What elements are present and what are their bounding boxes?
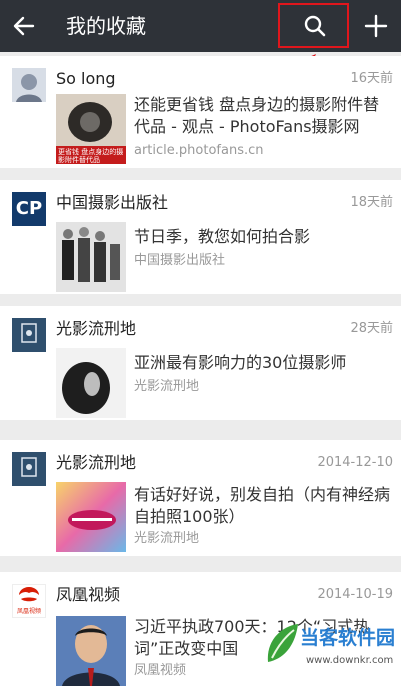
- watermark-name: 当客软件园: [300, 627, 396, 649]
- top-bar: 我的收藏: [0, 0, 401, 52]
- timestamp: 16天前: [350, 71, 393, 86]
- thumbnail: [56, 482, 126, 552]
- avatar: [12, 68, 46, 102]
- watermark-url: www.downkr.com: [306, 655, 394, 666]
- avatar: 凤凰视频: [12, 584, 46, 618]
- thumbnail: 更省钱 盘点身边的摄影附件替代品: [56, 94, 126, 164]
- timestamp: 28天前: [350, 321, 393, 336]
- thumbnail: [56, 616, 126, 686]
- page-title: 我的收藏: [66, 14, 146, 38]
- article-title: 亚洲最有影响力的30位摄影师: [134, 353, 347, 372]
- source-name: 中国摄影出版社: [56, 193, 169, 212]
- source-name: 光影流刑地: [56, 319, 137, 338]
- favorite-item[interactable]: 光影流刑地 28天前 亚洲最有影响力的30位摄影师 光影流刑地: [0, 306, 401, 420]
- thumbnail-caption: 更省钱 盘点身边的摄影附件替代品: [58, 148, 124, 164]
- source-name: 凤凰视频: [56, 585, 121, 604]
- avatar-label: 凤凰视频: [16, 608, 41, 615]
- leaf-logo-icon: [267, 624, 298, 662]
- favorite-item[interactable]: CP 中国摄影出版社 18天前 节日季，教您如何拍合影 中国摄影出版社: [0, 180, 401, 294]
- phoenix-logo-icon: [19, 587, 39, 602]
- article-subtitle: 光影流刑地: [134, 531, 200, 546]
- search-icon: [304, 15, 326, 37]
- thumbnail: [56, 348, 126, 418]
- article-subtitle: article.photofans.cn: [134, 143, 264, 158]
- article-title: 节日季，教您如何拍合影: [134, 227, 311, 246]
- article-subtitle: 中国摄影出版社: [134, 253, 226, 268]
- avatar: [12, 318, 46, 352]
- plus-icon[interactable]: [364, 14, 388, 38]
- avatar: [12, 452, 46, 486]
- watermark: 当客软件园 www.downkr.com: [262, 614, 401, 686]
- source-name: So long: [56, 69, 116, 88]
- source-name: 光影流刑地: [56, 453, 137, 472]
- timestamp: 2014-12-10: [317, 455, 393, 470]
- favorite-item[interactable]: 光影流刑地 2014-12-10 有话好好说，别发自拍（内有神经病自拍照100张…: [0, 440, 401, 556]
- favorite-item[interactable]: So long 16天前 更省钱 盘点身边的摄影附件替代品 还能更省钱 盘点身边…: [0, 56, 401, 168]
- article-subtitle: 光影流刑地: [134, 379, 200, 394]
- arrow-left-icon[interactable]: [12, 14, 36, 38]
- article-title: 还能更省钱 盘点身边的摄影附件替代品 - 观点 - PhotoFans摄影网: [134, 95, 380, 136]
- timestamp: 18天前: [350, 195, 393, 210]
- article-title: 有话好好说，别发自拍（内有神经病自拍照100张）: [134, 485, 391, 526]
- search-button[interactable]: [278, 3, 349, 48]
- article-subtitle: 凤凰视频: [134, 663, 187, 678]
- thumbnail: [56, 222, 126, 292]
- avatar: CP: [12, 192, 46, 226]
- timestamp: 2014-10-19: [317, 587, 393, 602]
